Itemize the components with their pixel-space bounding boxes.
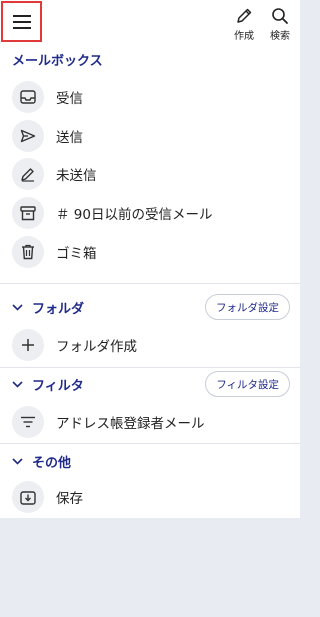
mailbox-item-archive[interactable]: ＃ 90日以前の受信メール xyxy=(0,194,300,232)
search-label: 検索 xyxy=(270,31,290,42)
folder-settings-button[interactable]: フォルダ設定 xyxy=(205,294,290,320)
other-heading[interactable]: その他 xyxy=(12,451,71,471)
create-folder-label: フォルダ作成 xyxy=(56,339,137,355)
mailbox-item-label: 受信 xyxy=(56,91,83,107)
filter-settings-button[interactable]: フィルタ設定 xyxy=(205,371,290,397)
mailbox-drawer: 作成 検索 メールボックス 受信 送信 未送信 ＃ 90日以前の受信メール ゴミ… xyxy=(0,0,300,518)
divider xyxy=(0,283,300,284)
mailbox-item-trash[interactable]: ゴミ箱 xyxy=(0,233,300,271)
folders-heading[interactable]: フォルダ xyxy=(12,297,84,317)
create-folder-item[interactable]: フォルダ作成 xyxy=(0,326,300,364)
search-icon xyxy=(272,8,288,24)
mailbox-item-label: 未送信 xyxy=(56,168,97,184)
pencil-icon xyxy=(12,158,44,190)
compose-label: 作成 xyxy=(234,31,254,42)
pencil-icon xyxy=(237,8,252,23)
top-bar: 作成 検索 xyxy=(0,0,300,44)
compose-button[interactable]: 作成 xyxy=(224,6,264,42)
saved-item[interactable]: 保存 xyxy=(0,478,300,516)
inbox-icon xyxy=(12,81,44,113)
filter-item-address-book[interactable]: アドレス帳登録者メール xyxy=(0,403,300,441)
mailbox-item-label: ゴミ箱 xyxy=(56,246,97,262)
filters-heading[interactable]: フィルタ xyxy=(12,374,84,394)
save-tray-icon xyxy=(12,481,44,513)
trash-icon xyxy=(12,236,44,268)
chevron-down-icon xyxy=(12,303,23,311)
filter-icon xyxy=(12,406,44,438)
archive-icon xyxy=(12,197,44,229)
plus-icon xyxy=(12,329,44,361)
mailbox-heading: メールボックス xyxy=(12,53,103,69)
saved-item-label: 保存 xyxy=(56,491,83,507)
chevron-down-icon xyxy=(12,457,23,465)
chevron-down-icon xyxy=(12,380,23,388)
divider xyxy=(0,443,300,444)
mailbox-item-label: ＃ 90日以前の受信メール xyxy=(56,207,213,223)
mailbox-item-drafts[interactable]: 未送信 xyxy=(0,155,300,193)
send-icon xyxy=(12,120,44,152)
search-button[interactable]: 検索 xyxy=(260,6,300,42)
hamburger-menu-icon xyxy=(12,14,31,29)
filter-item-label: アドレス帳登録者メール xyxy=(56,416,205,432)
mailbox-item-sent[interactable]: 送信 xyxy=(0,117,300,155)
menu-button[interactable] xyxy=(1,1,42,42)
mailbox-item-inbox[interactable]: 受信 xyxy=(0,78,300,116)
divider xyxy=(0,367,300,368)
mailbox-item-label: 送信 xyxy=(56,130,83,146)
